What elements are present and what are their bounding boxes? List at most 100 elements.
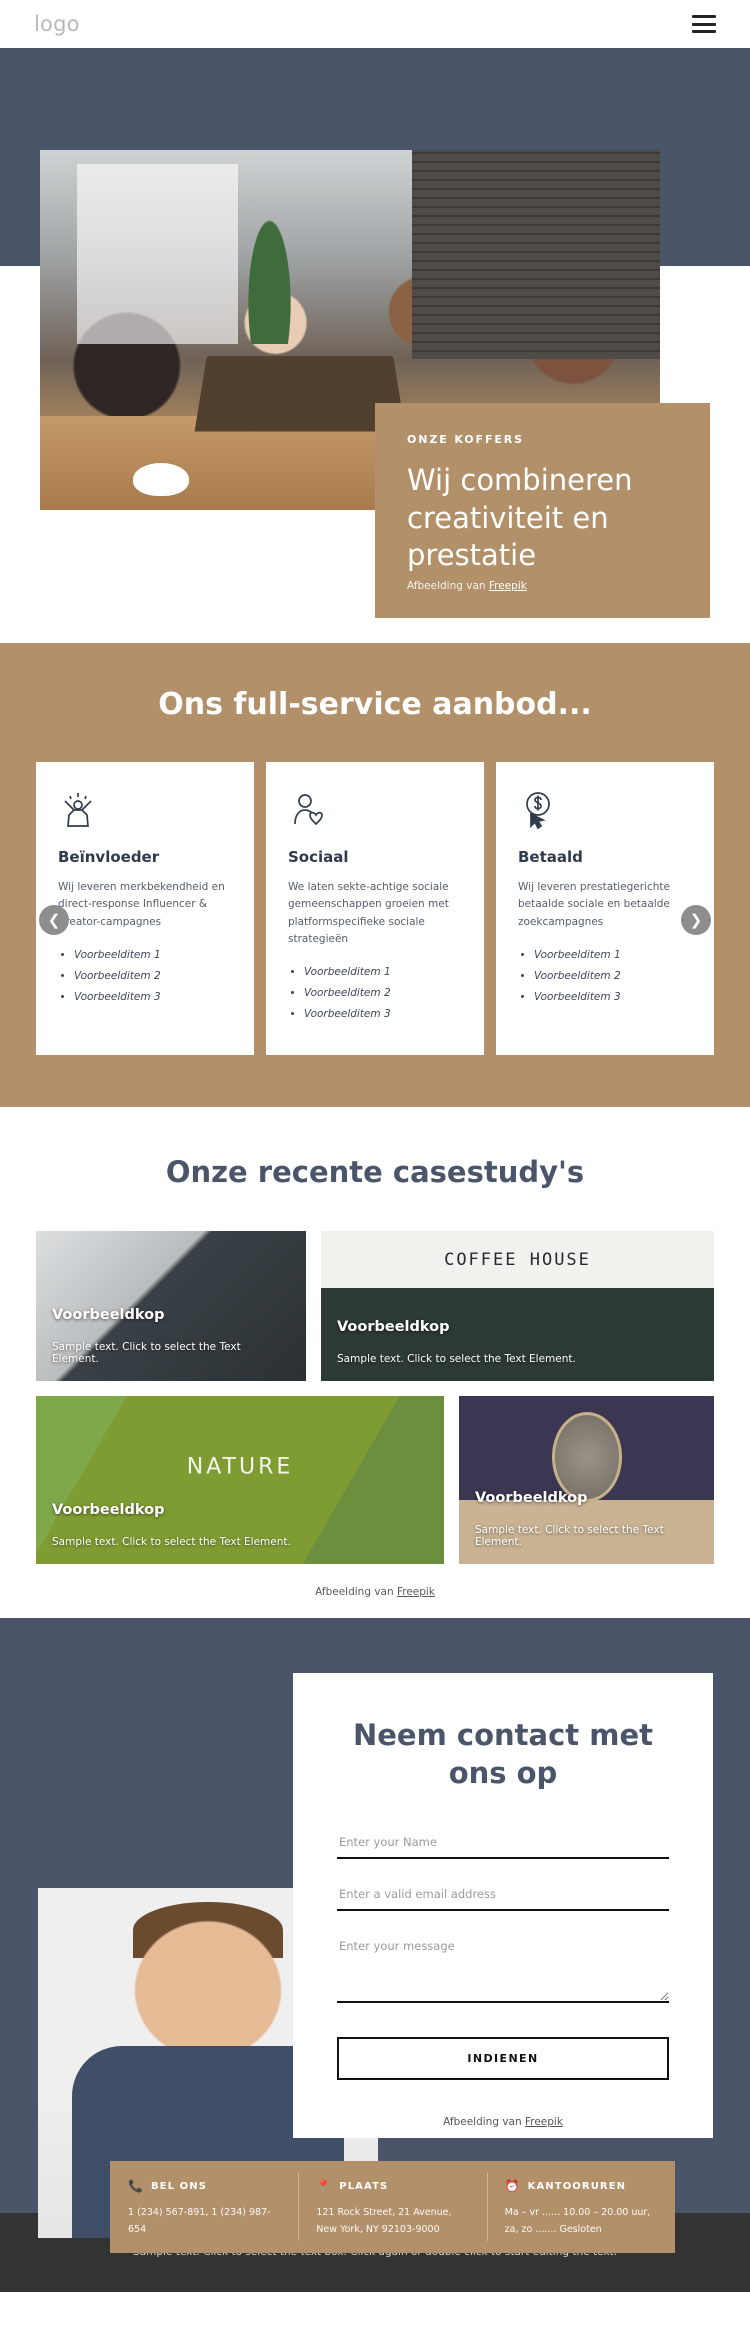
service-card-title: Beïnvloeder [58, 848, 160, 866]
location-pin-icon: 📍 [316, 2179, 332, 2194]
contact-info-hours: ⏰ KANTOORUREN Ma – vr ...... 10.00 – 20.… [486, 2161, 675, 2253]
contact-heading: Neem contact met ons op [352, 1718, 653, 1790]
case-card-subtitle: Sample text. Click to select the Text El… [52, 1536, 291, 1549]
case-card-title: Voorbeeldkop [52, 1502, 165, 1519]
service-card-description: We laten sekte-achtige sociale gemeensch… [288, 881, 449, 945]
service-card-items: Voorbeelditem 1 Voorbeelditem 2 Voorbeel… [58, 945, 232, 1008]
contact-info-header: 📍 PLAATS [316, 2179, 468, 2193]
hero-credit-prefix: Afbeelding van [407, 580, 489, 592]
case-card-overlay: Voorbeeldkop Sample text. Click to selec… [459, 1490, 714, 1564]
contact-image-credit: Afbeelding van Freepik [337, 2116, 669, 2128]
list-item: Voorbeelditem 1 [304, 962, 462, 983]
burger-line [692, 15, 716, 18]
case-card[interactable]: Voorbeeldkop Sample text. Click to selec… [459, 1396, 714, 1565]
hero-credit-link[interactable]: Freepik [489, 580, 527, 592]
case-row: NATURE Voorbeeldkop Sample text. Click t… [36, 1396, 714, 1565]
case-card[interactable]: Voorbeeldkop Sample text. Click to selec… [36, 1231, 306, 1382]
case-card-overlay: Voorbeeldkop Sample text. Click to selec… [36, 1307, 306, 1381]
list-item: Voorbeelditem 2 [304, 983, 462, 1004]
service-card-description: Wij leveren merkbekendheid en direct-res… [58, 881, 225, 928]
message-input[interactable] [337, 1934, 669, 2003]
list-item: Voorbeelditem 1 [534, 945, 692, 966]
case-studies-section: Onze recente casestudy's Voorbeeldkop Sa… [0, 1107, 750, 1619]
hamburger-menu-icon[interactable] [692, 15, 716, 33]
service-card-items: Voorbeelditem 1 Voorbeelditem 2 Voorbeel… [288, 962, 462, 1025]
phone-icon: 📞 [128, 2179, 143, 2194]
case-studies-heading: Onze recente casestudy's [165, 1155, 585, 1190]
list-item: Voorbeelditem 3 [534, 987, 692, 1008]
hero-photo-brickwall [412, 150, 660, 359]
cases-credit-link[interactable]: Freepik [397, 1586, 435, 1598]
case-card-mirror-decor [551, 1411, 622, 1502]
service-card[interactable]: Beïnvloeder Wij leveren merkbekendheid e… [36, 762, 254, 1056]
case-row: Voorbeeldkop Sample text. Click to selec… [36, 1231, 714, 1382]
contact-info-body: Ma – vr ...... 10.00 – 20.00 uur, za, zo… [504, 2207, 651, 2235]
celebration-person-icon [58, 788, 232, 834]
hero-photo-plant [244, 207, 295, 345]
burger-line [692, 30, 716, 33]
case-card-subtitle: Sample text. Click to select the Text El… [475, 1524, 664, 1549]
hero-photo-coffee-cup [133, 463, 189, 496]
cases-credit-prefix: Afbeelding van [315, 1586, 397, 1599]
service-card[interactable]: Betaald Wij leveren prestatiegerichte be… [496, 762, 714, 1056]
site-header: logo [0, 0, 750, 48]
contact-credit-link[interactable]: Freepik [525, 2116, 563, 2128]
hero-section: ONZE KOFFERS Wij combineren creativiteit… [0, 48, 750, 643]
hero-image-credit: Afbeelding van Freepik [407, 580, 527, 592]
service-card-items: Voorbeelditem 1 Voorbeelditem 2 Voorbeel… [518, 945, 692, 1008]
person-heart-icon [288, 788, 462, 834]
contact-info-title: KANTOORUREN [527, 2180, 627, 2192]
case-card-signage: NATURE [186, 1454, 294, 1480]
service-card[interactable]: Sociaal We laten sekte-achtige sociale g… [266, 762, 484, 1056]
contact-info-body: 1 (234) 567-891, 1 (234) 987-654 [128, 2207, 271, 2235]
contact-info-title: BEL ONS [150, 2180, 208, 2192]
chevron-left-icon[interactable]: ❮ [39, 905, 69, 936]
case-card-overlay: Voorbeeldkop Sample text. Click to selec… [321, 1319, 714, 1381]
contact-credit-prefix: Afbeelding van [443, 2115, 525, 2128]
service-card-title: Sociaal [288, 848, 349, 866]
hero-photo-window [77, 164, 239, 345]
email-field-wrapper [337, 1882, 669, 1911]
case-card[interactable]: COFFEE HOUSE Voorbeeldkop Sample text. C… [321, 1231, 714, 1382]
list-item: Voorbeelditem 3 [74, 987, 232, 1008]
list-item: Voorbeelditem 3 [304, 1004, 462, 1025]
name-input[interactable] [337, 1830, 669, 1859]
contact-info-header: ⏰ KANTOORUREN [505, 2179, 657, 2193]
case-card-subtitle: Sample text. Click to select the Text El… [337, 1353, 576, 1366]
contact-section: Neem contact met ons op INDIENEN Afbeeld… [0, 1618, 750, 2254]
cases-image-credit: Afbeelding van Freepik [0, 1586, 750, 1598]
case-card-title: Voorbeeldkop [337, 1319, 450, 1336]
case-studies-grid: Voorbeeldkop Sample text. Click to selec… [0, 1231, 750, 1565]
email-input[interactable] [337, 1882, 669, 1911]
services-card-list: Beïnvloeder Wij leveren merkbekendheid e… [0, 762, 750, 1056]
hero-title: Wij combineren creativiteit en prestatie [407, 463, 633, 573]
list-item: Voorbeelditem 1 [74, 945, 232, 966]
contact-info-header: 📞 BEL ONS [128, 2179, 280, 2193]
dollar-click-icon [518, 788, 692, 834]
message-field-wrapper [337, 1934, 669, 2007]
chevron-right-icon[interactable]: ❯ [681, 905, 711, 936]
list-item: Voorbeelditem 2 [74, 966, 232, 987]
name-field-wrapper [337, 1830, 669, 1859]
clock-icon: ⏰ [504, 2179, 520, 2194]
logo[interactable]: logo [34, 12, 80, 36]
case-card-title: Voorbeeldkop [52, 1307, 165, 1324]
hero-text-card: ONZE KOFFERS Wij combineren creativiteit… [375, 403, 710, 618]
list-item: Voorbeelditem 2 [534, 966, 692, 987]
contact-info-bar: 📞 BEL ONS 1 (234) 567-891, 1 (234) 987-6… [110, 2161, 675, 2254]
case-card[interactable]: NATURE Voorbeeldkop Sample text. Click t… [36, 1396, 444, 1565]
burger-line [692, 22, 716, 26]
service-card-description: Wij leveren prestatiegerichte betaalde s… [518, 881, 671, 928]
submit-button[interactable]: INDIENEN [337, 2036, 669, 2080]
contact-info-body: 121 Rock Street, 21 Avenue, New York, NY… [316, 2207, 452, 2235]
case-card-overlay: Voorbeeldkop Sample text. Click to selec… [36, 1502, 444, 1564]
service-card-title: Betaald [518, 848, 583, 866]
contact-form-card: Neem contact met ons op INDIENEN Afbeeld… [293, 1673, 713, 2139]
case-card-title: Voorbeeldkop [475, 1490, 588, 1507]
services-heading: Ons full-service aanbod... [158, 687, 592, 722]
hero-eyebrow: ONZE KOFFERS [407, 433, 524, 446]
case-card-subtitle: Sample text. Click to select the Text El… [52, 1341, 241, 1366]
contact-info-phone: 📞 BEL ONS 1 (234) 567-891, 1 (234) 987-6… [110, 2161, 298, 2253]
case-card-signage: COFFEE HOUSE [321, 1231, 714, 1289]
contact-info-location: 📍 PLAATS 121 Rock Street, 21 Avenue, New… [298, 2161, 486, 2253]
